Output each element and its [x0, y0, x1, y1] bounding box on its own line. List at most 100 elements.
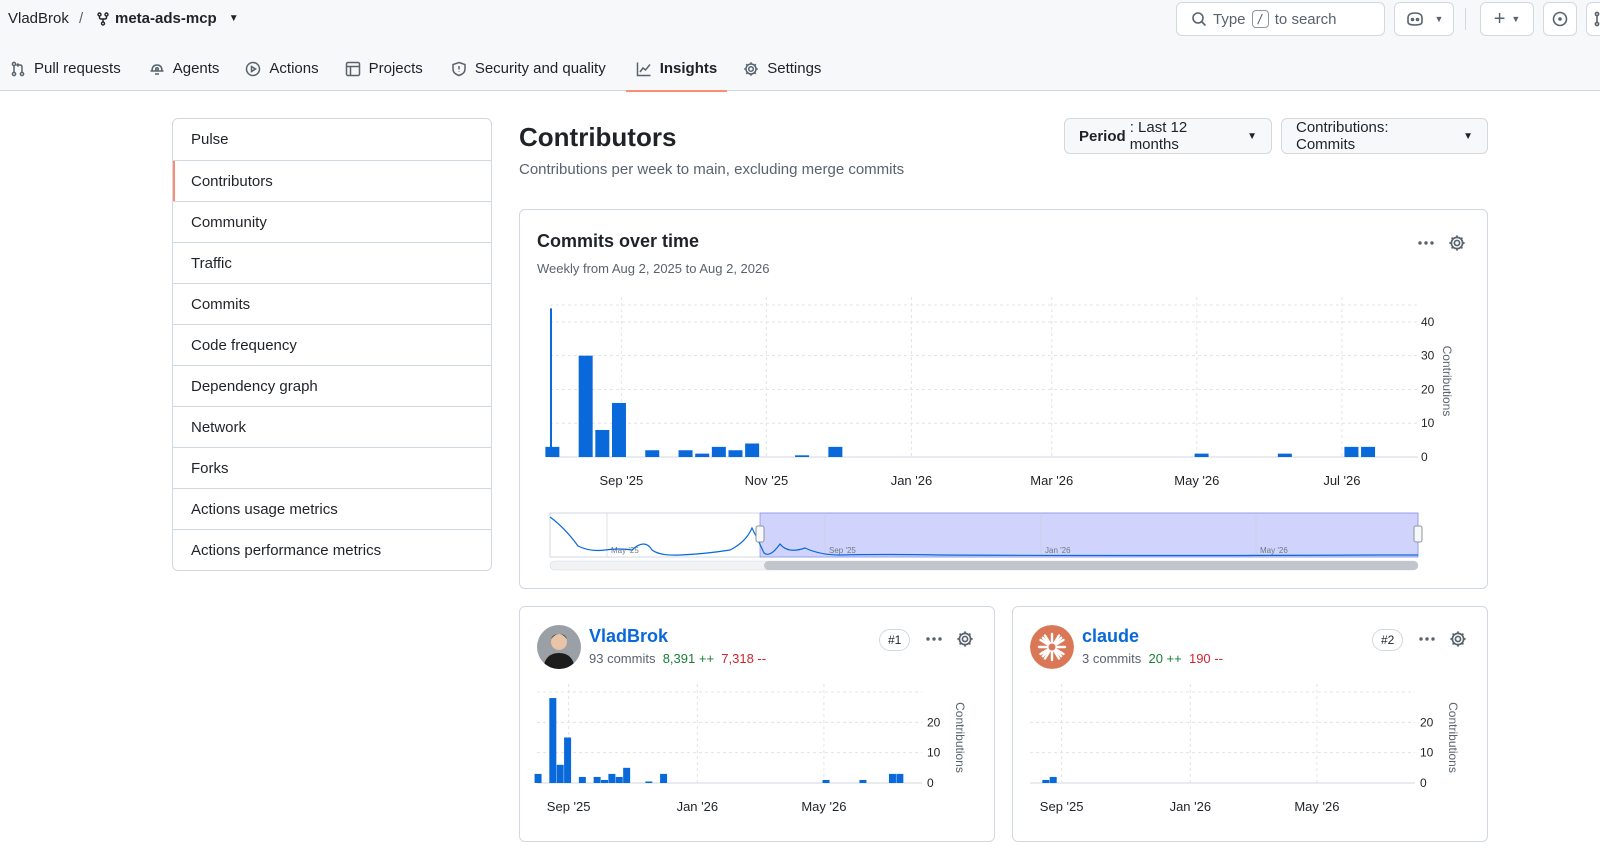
bar [615, 776, 623, 783]
bar [822, 779, 830, 783]
y-tick-label: 40 [1421, 315, 1435, 329]
plus-icon: + [1493, 8, 1506, 30]
breadcrumb-repo[interactable]: meta-ads-mcp ▼ [97, 10, 239, 27]
x-tick-label: May '26 [801, 799, 846, 814]
tab-agents[interactable]: Agents [139, 46, 230, 91]
commits-chart[interactable]: Sep '25 Nov '25 Jan '26 Mar '26 May '26 Jul '… [520, 210, 1487, 588]
y-tick-label: 0 [1421, 450, 1428, 464]
x-tick-label: Sep '25 [1040, 799, 1084, 814]
breadcrumb-owner[interactable]: VladBrok [8, 10, 69, 27]
pull-requests-button[interactable] [1586, 2, 1600, 36]
sidebar-item-forks[interactable]: Forks [173, 447, 491, 488]
navigator-handle [1413, 525, 1423, 543]
sidebar-item-code-frequency[interactable]: Code frequency [173, 324, 491, 365]
contributions-select[interactable]: Contributions: Commits ▼ [1281, 118, 1488, 154]
bar [896, 773, 904, 783]
contributions-value: Contributions: Commits [1296, 119, 1389, 153]
tab-label: Projects [368, 60, 423, 77]
tab-label: Agents [172, 60, 220, 77]
repo-forked-icon [97, 11, 109, 26]
sidebar-item-dependency-graph[interactable]: Dependency graph [173, 365, 491, 406]
y-tick-label: 10 [927, 746, 941, 760]
tab-security-and-quality[interactable]: Security and quality [441, 46, 616, 91]
chevron-down-icon: ▼ [1247, 130, 1257, 142]
agent-icon [150, 63, 164, 75]
gear-icon [744, 61, 759, 76]
contributor-chart[interactable]: Sep '25 Jan '26 May '26 0 10 20 Contributions [520, 607, 994, 841]
navigator-selection [759, 512, 1419, 558]
create-new-button[interactable]: + ▼ [1480, 2, 1534, 36]
bar [695, 453, 710, 457]
chevron-down-icon: ▼ [1434, 14, 1444, 24]
chevron-down-icon[interactable]: ▼ [229, 13, 239, 24]
sidebar-item-actions-performance-metrics[interactable]: Actions performance metrics [173, 529, 491, 570]
sidebar-item-network[interactable]: Network [173, 406, 491, 447]
pull-request-icon [1594, 11, 1600, 27]
x-tick-label: Sep '25 [599, 473, 643, 488]
bar [828, 446, 843, 457]
search-icon [1192, 12, 1207, 27]
bar [1194, 453, 1209, 457]
play-icon [246, 61, 261, 76]
bar [556, 764, 564, 783]
y-axis-title: Contributions [1446, 702, 1460, 773]
sidebar-item-actions-usage-metrics[interactable]: Actions usage metrics [173, 488, 491, 529]
tab-actions[interactable]: Actions [235, 46, 328, 91]
bar [611, 402, 626, 457]
sidebar-item-community[interactable]: Community [173, 201, 491, 242]
bar [888, 773, 896, 783]
copilot-button[interactable]: ▼ [1394, 2, 1454, 36]
bar [623, 767, 631, 783]
repo-tabs: Pull requests Agents Actions Projects Se… [0, 46, 831, 92]
x-tick-label: Jan '26 [891, 473, 933, 488]
y-tick-label: 20 [1420, 715, 1434, 729]
sidebar-item-contributors[interactable]: Contributors [173, 160, 491, 201]
period-select[interactable]: Period: Last 12 months ▼ [1064, 118, 1272, 154]
chevron-down-icon: ▼ [1511, 14, 1521, 24]
header-divider [1465, 8, 1466, 30]
sidebar-item-traffic[interactable]: Traffic [173, 242, 491, 283]
y-tick-label: 20 [1421, 382, 1435, 396]
breadcrumb-separator: / [79, 10, 84, 27]
bar [1042, 779, 1050, 783]
sidebar-item-commits[interactable]: Commits [173, 283, 491, 324]
x-tick-label: Nov '25 [745, 473, 789, 488]
page-subtitle: Contributions per week to main, excludin… [519, 161, 905, 178]
contributor-chart[interactable]: Sep '25 Jan '26 May '26 0 10 20 Contributions [1013, 607, 1487, 841]
repo-header: VladBrok / meta-ads-mcp ▼ Type / to sear… [0, 0, 1600, 92]
search-input[interactable]: Type / to search [1176, 2, 1385, 36]
period-label: Period [1079, 127, 1126, 145]
navigator-tick-label: Sep '25 [829, 546, 856, 555]
bar [645, 781, 653, 783]
pull-request-icon [11, 61, 25, 76]
search-prefix: Type [1213, 10, 1246, 28]
y-tick-label: 10 [1420, 746, 1434, 760]
bar [545, 446, 560, 457]
y-axis-title: Contributions [953, 702, 967, 773]
tab-insights[interactable]: Insights [625, 46, 728, 92]
bar [608, 773, 616, 783]
chevron-down-icon: ▼ [1463, 130, 1473, 142]
x-tick-label: Sep '25 [547, 799, 591, 814]
issue-opened-icon [1552, 11, 1568, 27]
copilot-icon [1406, 12, 1423, 26]
y-tick-label: 10 [1421, 416, 1435, 430]
bar [578, 776, 586, 783]
tab-settings[interactable]: Settings [733, 46, 831, 91]
bar [1049, 776, 1057, 783]
bar [728, 450, 743, 457]
bar [660, 773, 668, 783]
bar [678, 450, 693, 457]
table-icon [345, 61, 360, 76]
tab-pull-requests[interactable]: Pull requests [0, 46, 131, 91]
issues-button[interactable] [1543, 2, 1577, 36]
contributor-card-vladbrok: VladBrok 93 commits 8,391 ++ 7,318 -- #1… [519, 606, 995, 842]
tab-projects[interactable]: Projects [335, 46, 433, 91]
bar [564, 737, 572, 783]
bar [795, 455, 810, 457]
shield-icon [452, 61, 466, 76]
repo-name: meta-ads-mcp [115, 10, 217, 27]
x-tick-label: Jul '26 [1323, 473, 1360, 488]
sidebar-item-pulse[interactable]: Pulse [173, 119, 491, 160]
tab-label: Security and quality [474, 60, 606, 77]
